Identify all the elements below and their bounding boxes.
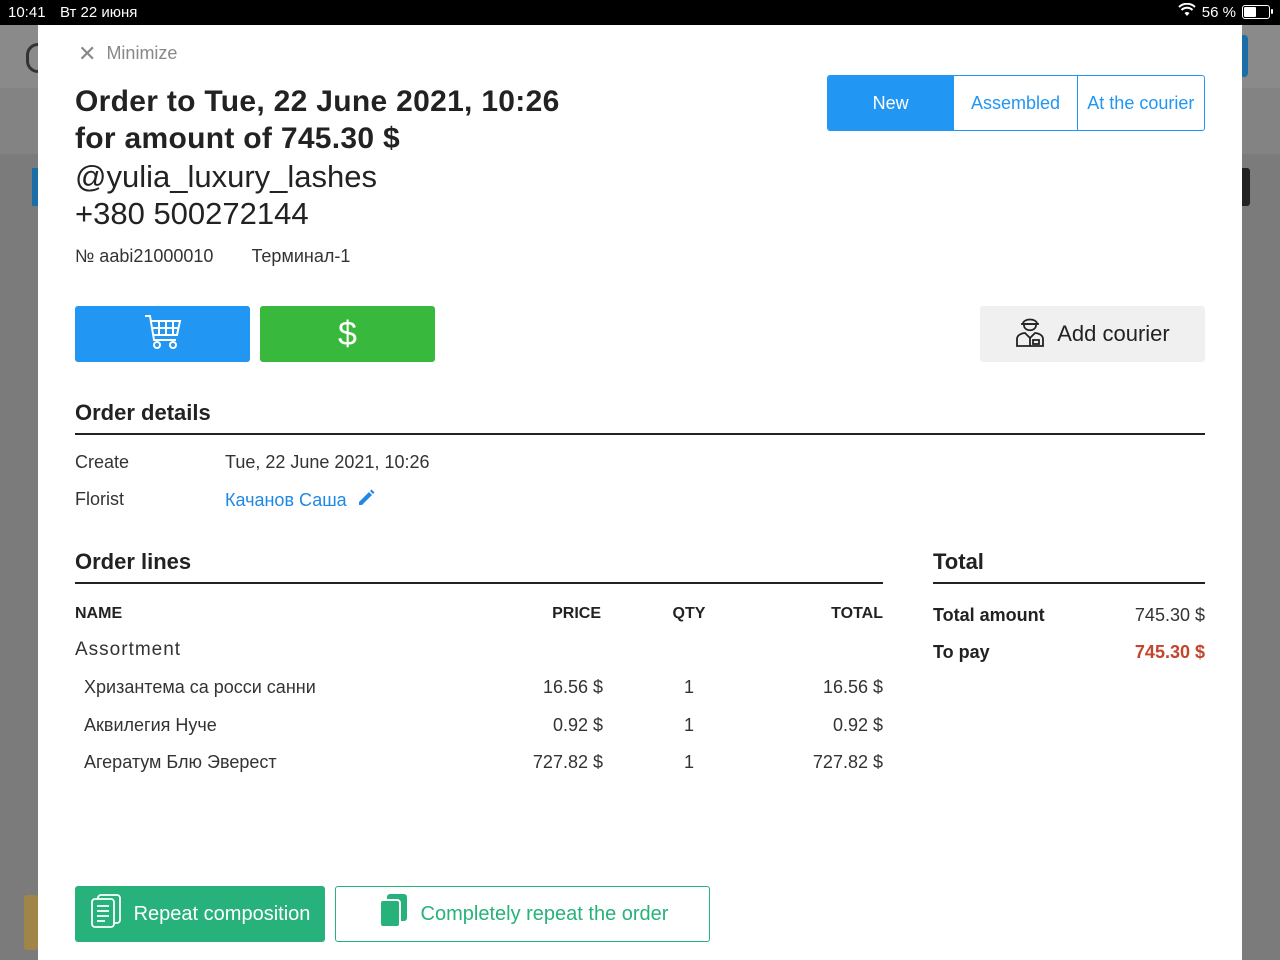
tab-new[interactable]: New (828, 76, 954, 130)
courier-icon (1015, 315, 1045, 353)
column-name: NAME (75, 605, 123, 622)
order-details-heading: Order details (75, 400, 211, 425)
row-name: Агератум Блю Эверест (84, 752, 277, 772)
order-number: № aabi21000010 (75, 246, 214, 266)
battery-percent: 56 % (1201, 3, 1236, 21)
row-qty: 1 (683, 752, 694, 772)
column-total: TOTAL (831, 605, 883, 622)
add-courier-button[interactable]: Add courier (980, 306, 1205, 362)
florist-link[interactable]: Качанов Саша (225, 489, 375, 512)
to-pay-value: 745.30 $ (1134, 642, 1205, 662)
row-name: Хризантема са росси санни (84, 677, 316, 697)
total-amount-label: Total amount (933, 605, 1045, 625)
column-price: PRICE (552, 605, 601, 622)
repeat-composition-label: Repeat composition (133, 902, 311, 925)
row-total: 727.82 $ (812, 752, 883, 772)
status-bar: 10:41 Вт 22 июня 56 % (0, 0, 1280, 25)
create-value: Tue, 22 June 2021, 10:26 (225, 452, 430, 472)
total-divider (933, 582, 1205, 584)
repeat-order-label: Completely repeat the order (420, 902, 669, 925)
status-date: Вт 22 июня (60, 4, 138, 21)
row-price: 727.82 $ (532, 752, 603, 772)
row-name: Аквилегия Нуче (84, 715, 217, 735)
cart-button[interactable] (75, 306, 250, 362)
customer-handle: @yulia_luxury_lashes (75, 159, 378, 194)
row-qty: 1 (683, 677, 694, 697)
cart-icon (144, 314, 182, 355)
row-qty: 1 (683, 715, 694, 735)
order-lines-heading: Order lines (75, 549, 192, 574)
row-price: 0.92 $ (552, 715, 603, 735)
repeat-order-button[interactable]: Completely repeat the order (335, 886, 710, 942)
total-heading: Total (933, 549, 984, 574)
status-tabs: New Assembled At the courier (827, 75, 1205, 131)
florist-label: Florist (75, 489, 124, 509)
row-price: 16.56 $ (542, 677, 603, 697)
to-pay-label: To pay (933, 642, 990, 662)
customer-phone: +380 500272144 (75, 196, 309, 231)
minimize-button[interactable]: ✕ Minimize (78, 40, 178, 66)
status-time: 10:41 (8, 4, 46, 21)
create-label: Create (75, 452, 130, 472)
tab-at-the-courier[interactable]: At the courier (1076, 76, 1204, 130)
terminal-name: Терминал-1 (251, 246, 351, 266)
dollar-icon: $ (338, 314, 357, 353)
status-right: 56 % (1178, 2, 1273, 21)
battery-icon (1242, 5, 1273, 19)
row-total: 0.92 $ (832, 715, 883, 735)
tab-assembled[interactable]: Assembled (953, 76, 1076, 130)
florist-name: Качанов Саша (225, 490, 347, 510)
pencil-icon[interactable] (357, 489, 375, 512)
order-meta: № aabi21000010 Терминал-1 (75, 246, 350, 267)
close-icon: ✕ (78, 40, 97, 66)
row-total: 16.56 $ (822, 677, 883, 697)
background-card (24, 895, 38, 950)
add-courier-label: Add courier (1057, 321, 1170, 346)
minimize-label: Minimize (106, 43, 178, 63)
copy-icon (377, 893, 409, 935)
order-lines-divider (75, 582, 883, 584)
order-details-divider (75, 433, 1205, 435)
total-amount-value: 745.30 $ (1134, 605, 1205, 625)
column-qty: QTY (672, 605, 706, 622)
group-assortment: Assortment (75, 639, 182, 660)
document-list-icon (90, 893, 122, 935)
repeat-composition-button[interactable]: Repeat composition (75, 886, 325, 942)
order-title: Order to Tue, 22 June 2021, 10:26 for am… (75, 83, 560, 157)
order-modal: ✕ Minimize Order to Tue, 22 June 2021, 1… (38, 25, 1242, 960)
order-title-line1: Order to Tue, 22 June 2021, 10:26 (75, 85, 560, 118)
order-title-line2: for amount of 745.30 $ (75, 122, 401, 155)
payment-button[interactable]: $ (260, 306, 435, 362)
wifi-icon (1178, 2, 1196, 21)
